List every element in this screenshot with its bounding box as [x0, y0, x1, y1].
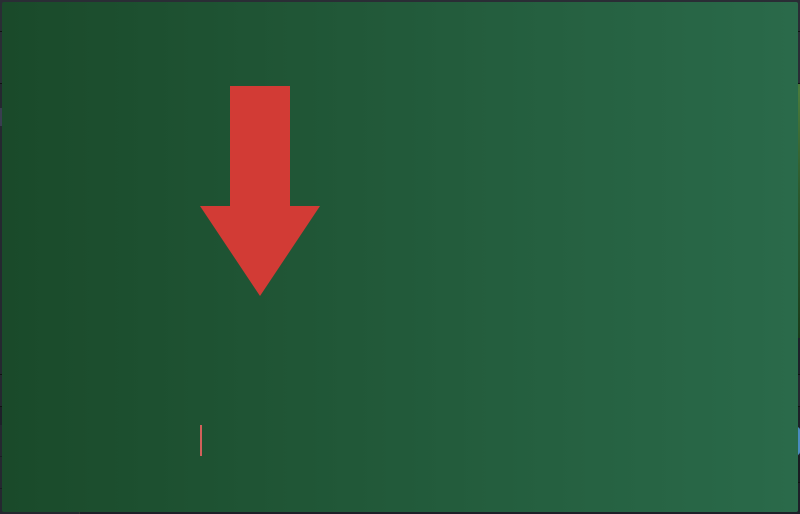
timeline: + ↩ ↪ 🗑 ✂ ⬜ ⏱ T ⏱ 🎨 ⚙ ↔ 🎵 🔒 🔍+ 🔍- 00:00:… [0, 374, 800, 514]
timeline-tracks: 🎬 🔊 🔓 🎵 🔊 [0, 425, 800, 514]
audio-track-row [80, 457, 800, 483]
track-content: Beautiful World - Wild Animals Documenta… [80, 425, 800, 514]
audio-clip[interactable] [80, 425, 798, 512]
playhead[interactable] [200, 425, 202, 456]
